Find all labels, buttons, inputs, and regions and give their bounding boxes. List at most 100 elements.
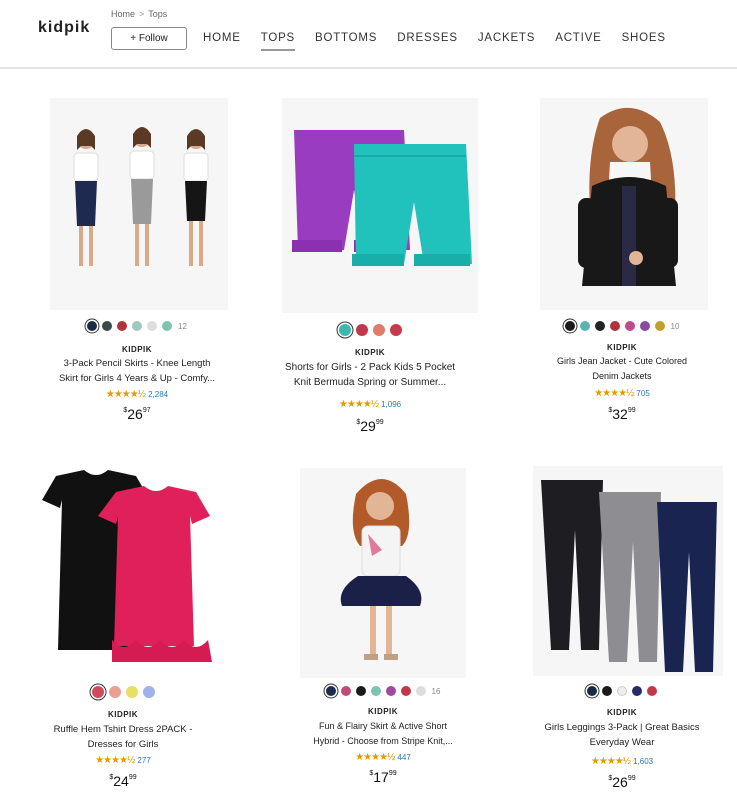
product-rating: ★★★★½ 2,284 [22, 389, 252, 400]
breadcrumb: Home > Tops [111, 9, 167, 19]
review-count[interactable]: 1,603 [633, 757, 653, 766]
header-divider [0, 67, 737, 69]
swatch[interactable] [355, 324, 368, 336]
swatch[interactable] [142, 686, 155, 698]
swatch[interactable] [587, 686, 597, 696]
swatch[interactable] [372, 324, 385, 336]
star-rating-icon: ★★★★½ [355, 752, 395, 763]
product-title[interactable]: Ruffle Hem Tshirt Dress 2PACK - Dresses … [18, 722, 228, 752]
review-count[interactable]: 705 [636, 389, 649, 398]
follow-button[interactable]: + Follow [111, 27, 187, 50]
review-count[interactable]: 2,284 [148, 390, 168, 399]
swatch[interactable] [400, 686, 411, 696]
nav-active[interactable]: ACTIVE [555, 32, 601, 48]
swatch[interactable] [87, 321, 98, 331]
nav-bottoms[interactable]: BOTTOMS [315, 32, 377, 48]
nav-jackets[interactable]: JACKETS [478, 32, 535, 48]
product-card[interactable]: KIDPIK Ruffle Hem Tshirt Dress 2PACK - D… [8, 460, 238, 790]
star-rating-icon: ★★★★½ [590, 756, 631, 767]
swatch[interactable] [609, 321, 620, 331]
review-count[interactable]: 277 [137, 756, 150, 765]
girl-skort-illustration [300, 468, 466, 678]
product-image[interactable] [300, 468, 466, 678]
product-image[interactable] [36, 464, 226, 676]
product-card[interactable]: KIDPIK Shorts for Girls - 2 Pack Kids 5 … [255, 88, 485, 434]
product-image[interactable] [282, 98, 478, 313]
swatch[interactable] [102, 321, 113, 331]
product-brand: KIDPIK [354, 348, 386, 357]
product-card[interactable]: 10 KIDPIK Girls Jean Jacket - Cute Color… [507, 88, 737, 428]
swatch[interactable] [647, 686, 657, 696]
product-title[interactable]: Girls Leggings 3-Pack | Great Basics Eve… [517, 720, 727, 750]
leggings-illustration [533, 466, 723, 676]
swatch[interactable] [355, 686, 366, 696]
price-dollars: 29 [360, 418, 376, 434]
swatch[interactable] [370, 686, 381, 696]
product-rating: ★★★★½ 447 [268, 752, 498, 763]
girls-pencil-skirts-illustration [50, 98, 228, 310]
swatch[interactable] [579, 321, 590, 331]
swatch[interactable] [594, 321, 605, 331]
product-brand: KIDPIK [606, 708, 638, 717]
swatch[interactable] [147, 321, 158, 331]
review-count[interactable]: 447 [397, 753, 410, 762]
product-title-line: Skirt for Girls 4 Years & Up - Comfy... [58, 373, 216, 384]
product-rating: ★★★★½ 705 [507, 388, 737, 399]
swatch[interactable] [338, 324, 351, 336]
product-card[interactable]: 16 KIDPIK Fun & Flairy Skirt & Active Sh… [268, 460, 498, 790]
swatch[interactable] [108, 686, 121, 698]
product-brand: KIDPIK [107, 710, 139, 719]
swatch[interactable] [602, 686, 612, 696]
product-title-line: Girls Leggings 3-Pack | Great Basics [544, 722, 700, 733]
star-rating-icon: ★★★★½ [338, 399, 379, 410]
swatch[interactable] [639, 321, 650, 331]
star-rating-icon: ★★★★½ [594, 388, 634, 399]
swatch[interactable] [91, 686, 104, 698]
nav-dresses[interactable]: DRESSES [397, 32, 458, 48]
girl-jean-jacket-illustration [540, 98, 708, 310]
product-rating: ★★★★½ 1,603 [507, 756, 737, 767]
product-title[interactable]: Shorts for Girls - 2 Pack Kids 5 Pocket … [265, 360, 475, 390]
swatch[interactable] [617, 686, 627, 696]
product-title-line: 3-Pack Pencil Skirts - Knee Length [63, 358, 211, 369]
price-cents: 99 [388, 770, 397, 777]
review-count[interactable]: 1,096 [381, 400, 401, 409]
brand-logo[interactable]: kidpik [38, 19, 90, 37]
product-image[interactable] [540, 98, 708, 310]
nav-shoes[interactable]: SHOES [622, 32, 666, 48]
breadcrumb-home[interactable]: Home [111, 9, 135, 19]
breadcrumb-tops[interactable]: Tops [148, 9, 167, 19]
product-title[interactable]: Fun & Flairy Skirt & Active Short Hybrid… [278, 719, 488, 749]
swatch[interactable] [632, 686, 642, 696]
product-image[interactable] [533, 466, 723, 676]
product-image[interactable] [50, 98, 228, 310]
swatch[interactable] [162, 321, 173, 331]
product-title-line: Girls Jean Jacket - Cute Colored [556, 356, 688, 366]
swatch[interactable] [654, 321, 665, 331]
swatch[interactable] [415, 686, 426, 696]
swatch[interactable] [624, 321, 635, 331]
price-dollars: 26 [612, 774, 628, 790]
swatch[interactable] [325, 686, 336, 696]
price-cents: 97 [142, 407, 151, 414]
swatch[interactable] [125, 686, 138, 698]
product-title[interactable]: 3-Pack Pencil Skirts - Knee Length Skirt… [32, 356, 242, 386]
more-colors-count[interactable]: 16 [432, 687, 441, 696]
store-header: kidpik Home > Tops + Follow HOME TOPS BOTT… [0, 0, 737, 69]
more-colors-count[interactable]: 10 [671, 322, 680, 331]
swatch[interactable] [117, 321, 128, 331]
swatch[interactable] [564, 321, 575, 331]
swatch[interactable] [385, 686, 396, 696]
product-card[interactable]: 12 KIDPIK 3-Pack Pencil Skirts - Knee Le… [22, 88, 252, 428]
swatch[interactable] [389, 324, 402, 336]
product-card[interactable]: KIDPIK Girls Leggings 3-Pack | Great Bas… [507, 460, 737, 790]
bermuda-shorts-illustration [282, 98, 478, 313]
product-title-line: Knit Bermuda Spring or Summer... [293, 377, 447, 388]
product-title[interactable]: Girls Jean Jacket - Cute Colored Denim J… [517, 354, 727, 384]
swatch[interactable] [340, 686, 351, 696]
product-title-line: Everyday Wear [589, 737, 655, 748]
swatch[interactable] [132, 321, 143, 331]
nav-tops[interactable]: TOPS [260, 32, 296, 51]
nav-home[interactable]: HOME [203, 32, 241, 48]
more-colors-count[interactable]: 12 [178, 322, 187, 331]
